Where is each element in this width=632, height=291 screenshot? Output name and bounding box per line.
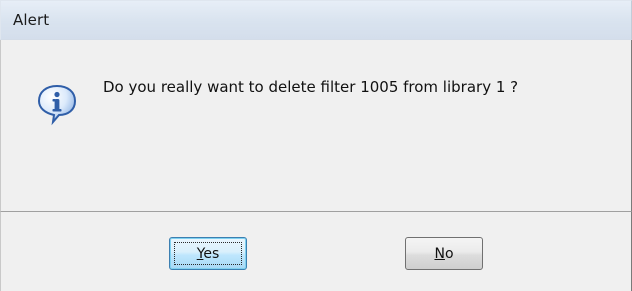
info-icon: [35, 82, 79, 126]
no-button[interactable]: No: [405, 237, 483, 270]
no-button-label: No: [434, 245, 454, 262]
button-bar: [0, 211, 632, 291]
yes-button-label: Yes: [196, 245, 220, 262]
window-title: Alert: [13, 11, 50, 29]
title-bar[interactable]: Alert: [0, 0, 632, 40]
yes-button[interactable]: Yes: [169, 237, 247, 270]
alert-message: Do you really want to delete filter 1005…: [103, 78, 519, 96]
alert-dialog: Alert Do you really want to delete filte…: [0, 0, 632, 291]
dialog-content: [0, 40, 632, 211]
